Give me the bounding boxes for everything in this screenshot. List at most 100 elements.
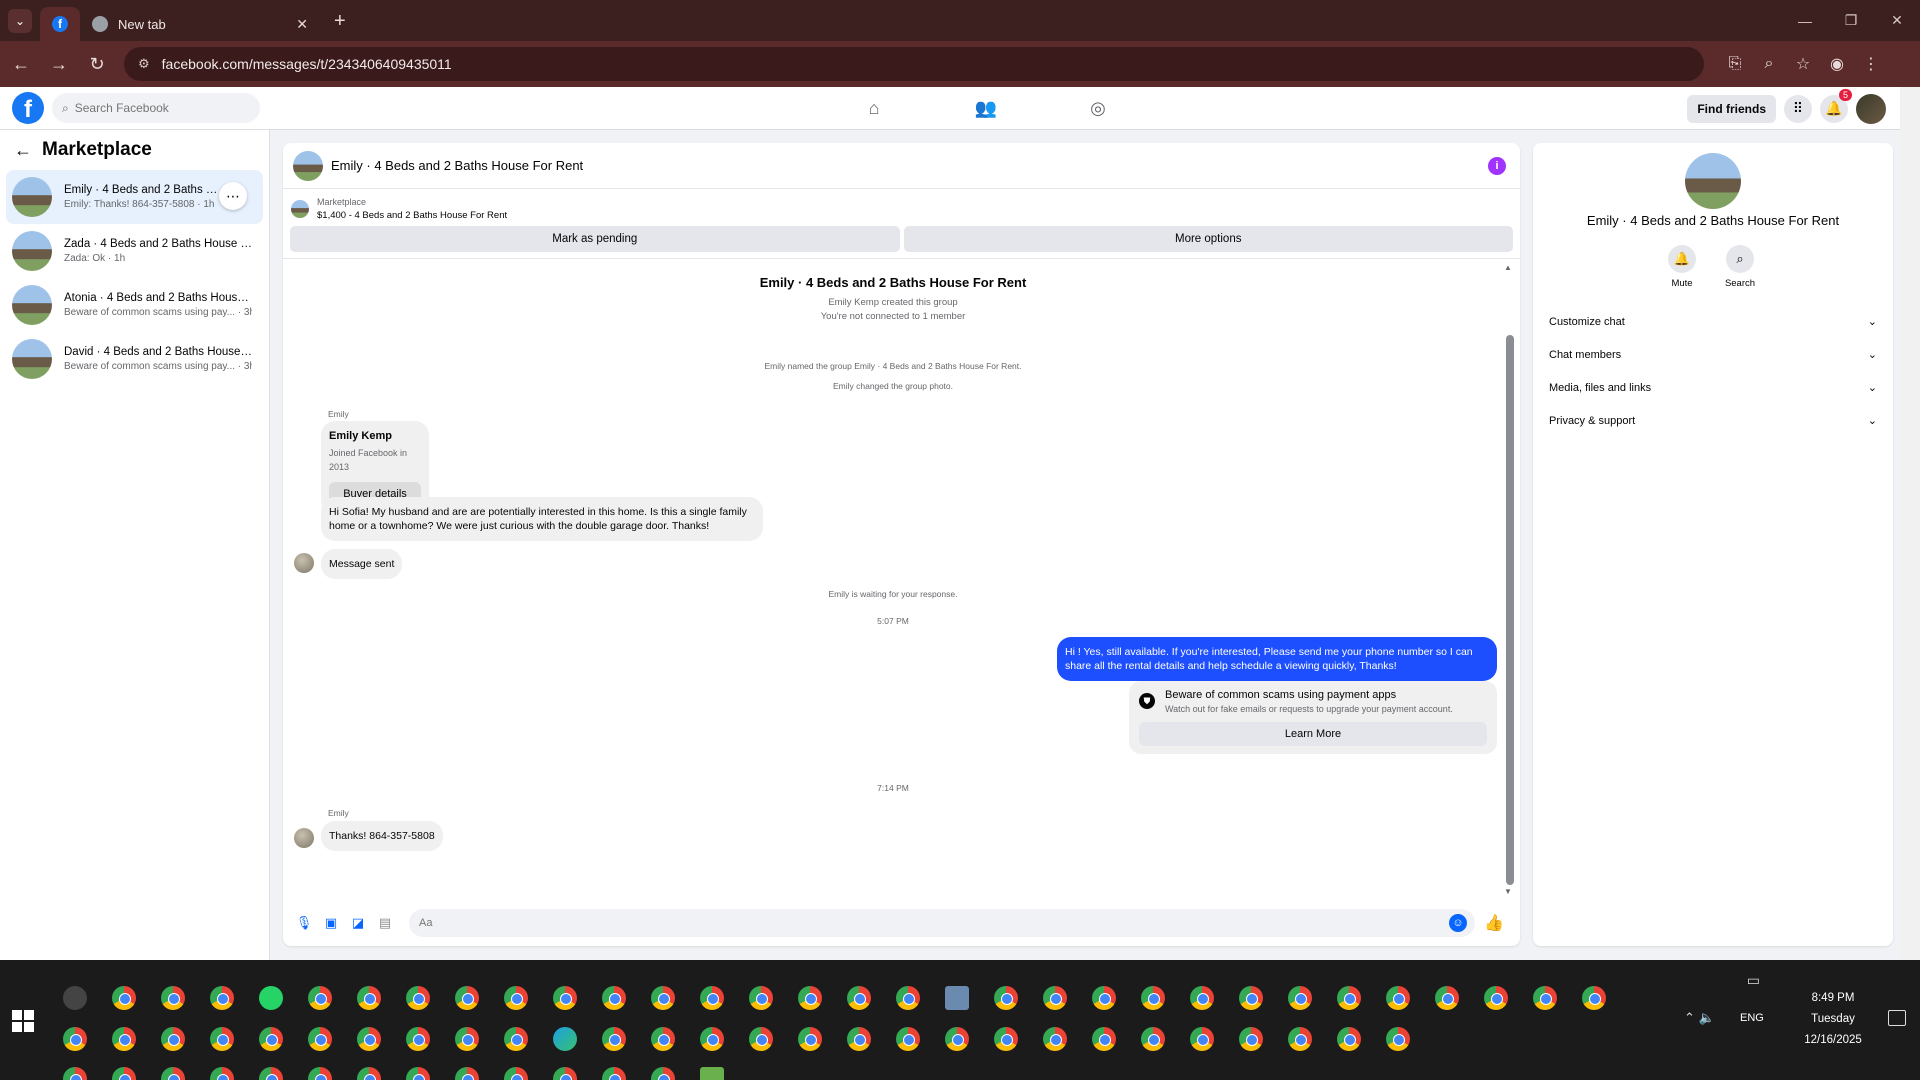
mute-action[interactable]: 🔔 Mute (1662, 245, 1702, 289)
system-clock[interactable]: 8:49 PM Tuesday 12/16/2025 (1788, 988, 1878, 1051)
facebook-logo-icon[interactable]: f (12, 92, 44, 124)
chrome-icon[interactable] (638, 1019, 687, 1059)
groups-icon[interactable]: ◎ (1042, 87, 1154, 130)
chrome-icon[interactable] (295, 1019, 344, 1059)
bookmark-star-icon[interactable]: ☆ (1786, 47, 1820, 81)
chrome-icon[interactable] (50, 1059, 99, 1080)
chrome-icon[interactable] (1128, 1019, 1177, 1059)
notifications-icon[interactable] (1888, 1010, 1906, 1026)
restore-button[interactable]: ❐ (1828, 0, 1874, 41)
chrome-icon[interactable] (393, 1059, 442, 1080)
tab-search-button[interactable]: ⌄ (8, 9, 32, 33)
chrome-icon[interactable] (589, 1019, 638, 1059)
chrome-icon[interactable] (638, 978, 687, 1018)
scroll-thumb[interactable] (1506, 335, 1514, 885)
chrome-icon[interactable] (834, 978, 883, 1018)
app-icon[interactable] (932, 978, 981, 1018)
chrome-icon[interactable] (344, 1059, 393, 1080)
more-options-button[interactable]: More options (903, 226, 1513, 252)
close-tab-icon[interactable]: ✕ (296, 16, 308, 33)
chrome-icon[interactable] (1030, 1019, 1079, 1059)
chrome-icon[interactable] (197, 1019, 246, 1059)
microphone-icon[interactable]: 🎙 (293, 912, 315, 934)
chrome-icon[interactable] (1030, 978, 1079, 1018)
chrome-icon[interactable] (736, 1019, 785, 1059)
search-action[interactable]: ⌕ Search (1720, 245, 1760, 289)
chat-scrollbar[interactable]: ▲ ▼ (1504, 263, 1514, 896)
chrome-icon[interactable] (687, 1019, 736, 1059)
chrome-icon[interactable] (344, 978, 393, 1018)
language-indicator[interactable]: ENG (1740, 1012, 1764, 1024)
account-avatar[interactable] (1856, 93, 1886, 124)
minimize-button[interactable]: — (1782, 0, 1828, 41)
site-info-icon[interactable]: ⚙ (138, 56, 150, 72)
chrome-icon[interactable] (540, 1059, 589, 1080)
chrome-icon[interactable] (1177, 978, 1226, 1018)
sender-avatar[interactable] (294, 553, 314, 573)
chrome-icon[interactable] (589, 978, 638, 1018)
scroll-up-icon[interactable]: ▲ (1504, 263, 1512, 272)
chrome-icon[interactable] (491, 1059, 540, 1080)
chrome-icon[interactable] (1275, 1019, 1324, 1059)
chrome-icon[interactable] (1079, 1019, 1128, 1059)
chrome-icon[interactable] (148, 978, 197, 1018)
marketplace-listing[interactable]: Marketplace $1,400 - 4 Beds and 2 Baths … (283, 189, 1520, 224)
chrome-icon[interactable] (1226, 1019, 1275, 1059)
chrome-icon[interactable] (1128, 978, 1177, 1018)
conversation-item[interactable]: Zada · 4 Beds and 2 Baths House For Rent… (6, 224, 263, 278)
conversation-item[interactable]: David · 4 Beds and 2 Baths House For Ren… (6, 332, 263, 386)
chrome-icon[interactable] (295, 1059, 344, 1080)
tray-icons[interactable]: ⌃ 🔈 (1684, 1010, 1715, 1026)
info-icon[interactable]: i (1488, 157, 1506, 175)
chrome-icon[interactable] (1569, 978, 1618, 1018)
group-avatar[interactable] (1685, 153, 1741, 209)
browser-menu-icon[interactable]: ⋮ (1854, 47, 1888, 81)
menu-grid-icon[interactable]: ⠿ (1784, 94, 1812, 123)
chrome-icon[interactable] (99, 1059, 148, 1080)
message-input-box[interactable]: ☺ (409, 909, 1475, 937)
chat-title[interactable]: Emily · 4 Beds and 2 Baths House For Ren… (331, 158, 583, 173)
chrome-icon[interactable] (344, 1019, 393, 1059)
friends-icon[interactable]: 👥 (930, 87, 1042, 130)
close-window-button[interactable]: ✕ (1874, 0, 1920, 41)
chrome-icon[interactable] (1177, 1019, 1226, 1059)
more-options-icon[interactable]: ⋯ (219, 182, 247, 210)
chrome-icon[interactable] (981, 1019, 1030, 1059)
chrome-icon[interactable] (197, 978, 246, 1018)
page-scrollbar[interactable] (1900, 87, 1920, 960)
chrome-icon[interactable] (736, 978, 785, 1018)
back-arrow-icon[interactable]: ← (14, 140, 32, 161)
zoom-icon[interactable]: ⌕ (1752, 47, 1786, 81)
chrome-icon[interactable] (442, 978, 491, 1018)
search-input[interactable] (74, 101, 235, 115)
back-button[interactable]: ← (4, 47, 38, 81)
chrome-icon[interactable] (1275, 978, 1324, 1018)
chrome-icon[interactable] (148, 1019, 197, 1059)
notifications-bell-icon[interactable]: 🔔 5 (1820, 88, 1852, 123)
edge-icon[interactable] (540, 1019, 589, 1059)
sticker-icon[interactable]: ◪ (347, 912, 369, 934)
customize-chat-item[interactable]: Customize chat ⌄ (1541, 305, 1885, 338)
chrome-icon[interactable] (1373, 1019, 1422, 1059)
profile-icon[interactable]: ◉ (1820, 47, 1854, 81)
conversation-item[interactable]: Emily · 4 Beds and 2 Baths House For Ren… (6, 170, 263, 224)
learn-more-button[interactable]: Learn More (1139, 722, 1487, 746)
gif-icon[interactable]: ▤ (374, 912, 396, 934)
reload-button[interactable]: ↻ (80, 47, 114, 81)
chrome-icon[interactable] (1324, 1019, 1373, 1059)
chrome-icon[interactable] (295, 978, 344, 1018)
chrome-icon[interactable] (1520, 978, 1569, 1018)
chrome-icon[interactable] (393, 978, 442, 1018)
chrome-icon[interactable] (589, 1059, 638, 1080)
chrome-icon[interactable] (1079, 978, 1128, 1018)
chrome-icon[interactable] (981, 978, 1030, 1018)
windows-start-icon[interactable] (12, 1010, 34, 1032)
chrome-icon[interactable] (1471, 978, 1520, 1018)
conversation-item[interactable]: Atonia · 4 Beds and 2 Baths House For Re… (6, 278, 263, 332)
tab-facebook[interactable]: f (40, 7, 80, 41)
chrome-icon[interactable] (491, 978, 540, 1018)
chrome-icon[interactable] (148, 1059, 197, 1080)
chrome-icon[interactable] (393, 1019, 442, 1059)
chrome-icon[interactable] (442, 1019, 491, 1059)
chrome-icon[interactable] (1373, 978, 1422, 1018)
